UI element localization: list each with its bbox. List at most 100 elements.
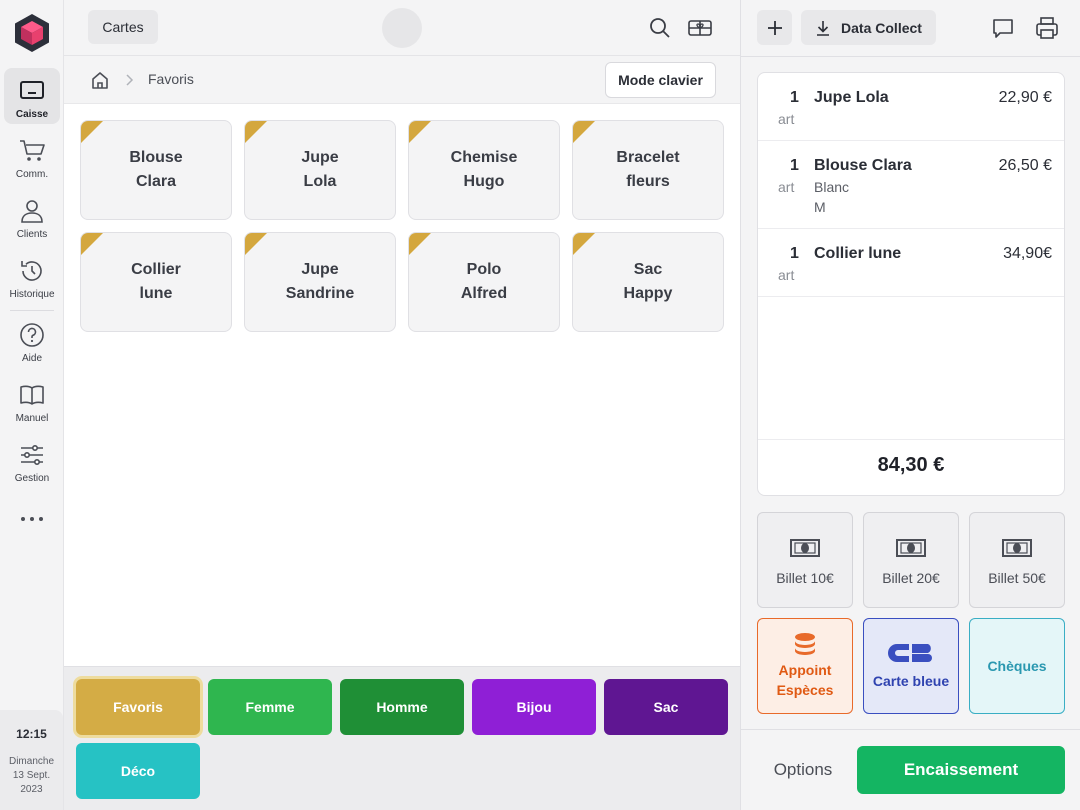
printer-icon[interactable] — [1031, 12, 1063, 44]
line-price: 26,50 € — [998, 157, 1052, 174]
product-tile[interactable]: Collier lune — [80, 232, 232, 332]
cheque-label: Chèques — [987, 658, 1047, 674]
favorite-corner-icon — [81, 121, 103, 143]
bill-10-button[interactable]: Billet 10€ — [757, 512, 853, 608]
breadcrumb-current: Favoris — [148, 71, 194, 87]
banknote-icon — [790, 539, 820, 557]
product-tile[interactable]: Jupe Sandrine — [244, 232, 396, 332]
search-icon[interactable] — [644, 12, 676, 44]
avatar[interactable] — [382, 8, 422, 48]
cheque-button[interactable]: Chèques — [969, 618, 1065, 714]
nav-divider — [10, 310, 54, 311]
product-name: Jupe Lola — [301, 149, 339, 190]
add-button[interactable] — [757, 10, 792, 45]
nav-gestion[interactable]: Gestion — [4, 432, 60, 488]
clock-year: 2023 — [20, 784, 43, 795]
cash-exact-button[interactable]: Appoint Espèces — [757, 618, 853, 714]
product-tile[interactable]: Jupe Lola — [244, 120, 396, 220]
cartes-button[interactable]: Cartes — [88, 10, 158, 44]
divider — [758, 439, 1064, 440]
category-favoris[interactable]: Favoris — [76, 679, 200, 735]
register-icon — [20, 81, 44, 99]
nav-label: Clients — [16, 229, 48, 240]
favorite-corner-icon — [573, 233, 595, 255]
ticket-panel: Data Collect 1 art Jupe Lola 22,90 € 1 a… — [740, 0, 1080, 810]
banknote-icon — [1002, 539, 1032, 557]
line-name: Jupe Lola — [814, 89, 889, 106]
sliders-icon — [21, 445, 43, 465]
nav-rail: Caisse Comm. Clients Historique Aide Man… — [0, 0, 64, 810]
data-collect-button[interactable]: Data Collect — [801, 10, 936, 45]
nav-label: Gestion — [14, 473, 50, 484]
bill-20-button[interactable]: Billet 20€ — [863, 512, 959, 608]
nav-manuel[interactable]: Manuel — [4, 372, 60, 428]
cube-logo[interactable] — [12, 13, 52, 53]
category-sac[interactable]: Sac — [604, 679, 728, 735]
product-name: Blouse Clara — [129, 149, 183, 190]
line-name: Blouse Clara — [814, 157, 912, 174]
product-tile[interactable]: Polo Alfred — [408, 232, 560, 332]
line-unit: art — [778, 267, 795, 283]
product-name: Collier lune — [131, 261, 181, 302]
product-tile[interactable]: Bracelet fleurs — [572, 120, 724, 220]
help-icon — [20, 323, 44, 347]
product-tile[interactable]: Blouse Clara — [80, 120, 232, 220]
line-unit: art — [778, 111, 795, 127]
nav-label: Aide — [21, 353, 42, 364]
chat-icon[interactable] — [987, 12, 1019, 44]
category-femme[interactable]: Femme — [208, 679, 332, 735]
favorite-corner-icon — [245, 233, 267, 255]
product-name: Polo Alfred — [460, 261, 508, 302]
keyboard-mode-button[interactable]: Mode clavier — [605, 62, 716, 98]
line-qty: 1 — [790, 157, 799, 174]
cart-list: 1 art Jupe Lola 22,90 € 1 art Blouse Cla… — [757, 72, 1065, 496]
favorite-corner-icon — [409, 233, 431, 255]
product-tile[interactable]: Chemise Hugo — [408, 120, 560, 220]
product-name: Sac Happy — [623, 261, 673, 302]
line-qty: 1 — [790, 245, 799, 262]
coins-icon — [795, 633, 815, 655]
breadcrumb: Favoris Mode clavier — [64, 56, 740, 104]
divider — [741, 729, 1080, 730]
gift-card-icon[interactable] — [684, 12, 716, 44]
nav-caisse[interactable]: Caisse — [4, 68, 60, 124]
cb-card-icon — [888, 644, 932, 662]
options-button[interactable]: Options — [757, 746, 849, 794]
category-bijou[interactable]: Bijou — [472, 679, 596, 735]
data-collect-label: Data Collect — [841, 19, 922, 36]
product-name: Jupe Sandrine — [285, 261, 355, 302]
top-bar: Cartes — [64, 0, 740, 56]
card-label: Carte bleue — [872, 673, 950, 689]
product-tile[interactable]: Sac Happy — [572, 232, 724, 332]
checkout-button[interactable]: Encaissement — [857, 746, 1065, 794]
product-name: Chemise Hugo — [450, 149, 518, 190]
category-homme[interactable]: Homme — [340, 679, 464, 735]
cart-line[interactable]: 1 art Jupe Lola 22,90 € — [758, 73, 1064, 141]
banknote-icon — [896, 539, 926, 557]
nav-clients[interactable]: Clients — [4, 188, 60, 244]
clock-panel: 12:15 Dimanche 13 Sept. 2023 — [0, 710, 63, 810]
cart-line[interactable]: 1 art Collier lune 34,90€ — [758, 229, 1064, 297]
clock-day: Dimanche — [8, 756, 55, 767]
cart-line[interactable]: 1 art Blouse Clara 26,50 € Blanc M — [758, 141, 1064, 229]
line-qty: 1 — [790, 89, 799, 106]
product-name: Bracelet fleurs — [616, 149, 680, 190]
bill-label: Billet 50€ — [988, 570, 1046, 586]
favorite-corner-icon — [81, 233, 103, 255]
home-icon[interactable] — [90, 70, 110, 90]
line-name: Collier lune — [814, 245, 902, 262]
more-dots-icon[interactable] — [16, 509, 48, 529]
nav-historique[interactable]: Historique — [4, 248, 60, 304]
line-price: 34,90€ — [1003, 245, 1052, 262]
clock-time: 12:15 — [16, 727, 47, 741]
nav-label: Comm. — [15, 169, 49, 180]
line-unit: art — [778, 179, 795, 195]
chevron-right-icon — [126, 74, 134, 86]
nav-aide[interactable]: Aide — [4, 312, 60, 368]
bill-50-button[interactable]: Billet 50€ — [969, 512, 1065, 608]
card-button[interactable]: Carte bleue — [863, 618, 959, 714]
nav-commandes[interactable]: Comm. — [4, 128, 60, 184]
bill-label: Billet 10€ — [776, 570, 834, 586]
category-bar: Favoris Femme Homme Bijou Sac Déco — [64, 666, 740, 810]
category-deco[interactable]: Déco — [76, 743, 200, 799]
